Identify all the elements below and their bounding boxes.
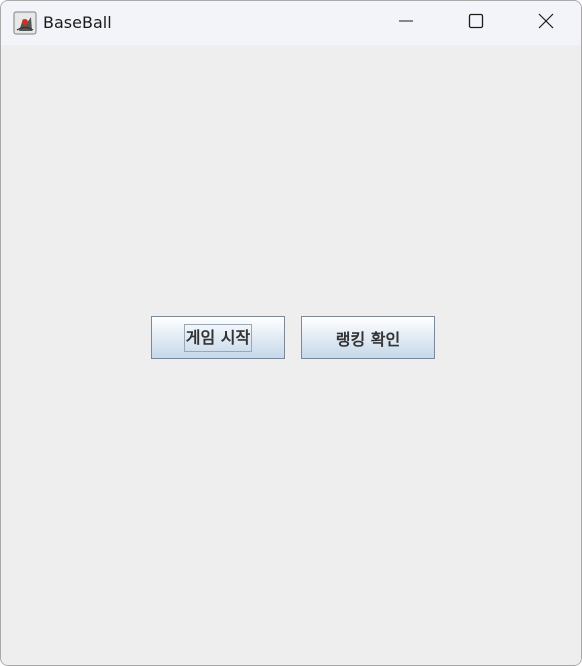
window-title: BaseBall: [43, 13, 112, 32]
start-game-button[interactable]: 게임 시작: [151, 316, 285, 359]
minimize-button[interactable]: [371, 1, 441, 45]
maximize-icon: [468, 13, 484, 33]
close-icon: [538, 13, 554, 33]
title-bar[interactable]: BaseBall: [1, 1, 581, 45]
view-ranking-label: 랭킹 확인: [335, 329, 401, 349]
start-game-label: 게임 시작: [183, 323, 253, 352]
close-button[interactable]: [511, 1, 581, 45]
app-window: BaseBall 게임 시작 랭킹 확인: [0, 0, 582, 666]
main-panel: 게임 시작 랭킹 확인: [1, 45, 581, 665]
view-ranking-button[interactable]: 랭킹 확인: [301, 316, 435, 359]
minimize-icon: [398, 13, 414, 33]
java-duke-icon[interactable]: [13, 11, 37, 35]
maximize-button[interactable]: [441, 1, 511, 45]
